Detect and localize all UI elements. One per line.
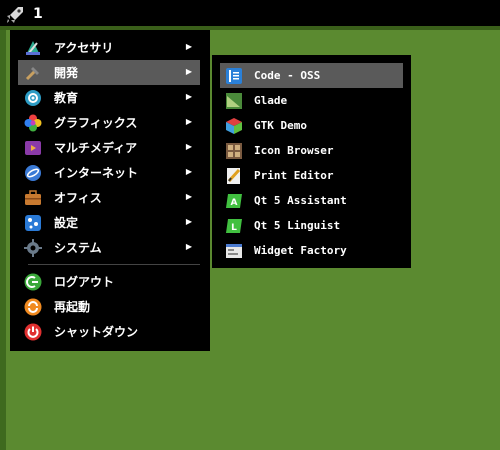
submenu-item-qt-linguist[interactable]: L Qt 5 Linguist xyxy=(220,213,403,238)
menu-item-multimedia[interactable]: マルチメディア ▶ xyxy=(18,135,200,160)
menu-item-system[interactable]: システム ▶ xyxy=(18,235,200,260)
menu-item-label: マルチメディア xyxy=(54,141,138,155)
submenu-item-glade[interactable]: Glade xyxy=(220,88,403,113)
menu-item-label: グラフィックス xyxy=(54,116,138,130)
submenu-item-label: GTK Demo xyxy=(254,119,307,132)
menu-item-label: ログアウト xyxy=(54,275,115,289)
submenu-item-code-oss[interactable]: Code - OSS xyxy=(220,63,403,88)
submenu-item-label: Icon Browser xyxy=(254,144,334,157)
desktop-edge xyxy=(0,30,6,450)
svg-text:L: L xyxy=(231,223,237,233)
menu-item-label: オフィス xyxy=(54,191,102,205)
internet-icon xyxy=(23,163,43,183)
icon-browser-icon xyxy=(224,141,244,161)
menu-item-logout[interactable]: ログアウト xyxy=(18,269,200,294)
submenu-item-qt-assistant[interactable]: A Qt 5 Assistant xyxy=(220,188,403,213)
menu-item-accessories[interactable]: アクセサリ ▶ xyxy=(18,35,200,60)
menu-item-education[interactable]: 教育 ▶ xyxy=(18,85,200,110)
widget-factory-icon xyxy=(224,241,244,261)
print-editor-icon xyxy=(224,166,244,186)
submenu-item-label: Qt 5 Linguist xyxy=(254,219,341,232)
menu-item-development[interactable]: 開発 ▶ xyxy=(18,60,200,85)
application-menu: アクセサリ ▶ 開発 ▶ 教育 ▶ グラフィックス ▶ マルチメディア ▶ イン… xyxy=(10,30,210,351)
qt-assistant-icon: A xyxy=(224,191,244,211)
menu-item-label: 再起動 xyxy=(54,300,91,314)
menu-item-label: システム xyxy=(54,241,102,255)
graphics-icon xyxy=(23,113,43,133)
submenu-item-label: Widget Factory xyxy=(254,244,347,257)
shutdown-icon xyxy=(23,322,43,342)
system-icon xyxy=(23,238,43,258)
submenu-arrow-icon: ▶ xyxy=(185,117,192,126)
menu-item-reboot[interactable]: 再起動 xyxy=(18,294,200,319)
top-panel: 1 xyxy=(0,0,500,30)
menu-item-label: シャットダウン xyxy=(54,325,139,339)
submenu-item-label: Glade xyxy=(254,94,288,107)
settings-icon xyxy=(23,213,43,233)
education-icon xyxy=(23,88,43,108)
qt-linguist-icon: L xyxy=(224,216,244,236)
submenu-arrow-icon: ▶ xyxy=(185,142,192,151)
menu-item-graphics[interactable]: グラフィックス ▶ xyxy=(18,110,200,135)
development-submenu: Code - OSS Glade GTK Demo Icon Browser P… xyxy=(212,55,411,268)
menu-item-shutdown[interactable]: シャットダウン xyxy=(18,319,200,344)
submenu-arrow-icon: ▶ xyxy=(185,67,192,76)
reboot-icon xyxy=(23,297,43,317)
menu-item-internet[interactable]: インターネット ▶ xyxy=(18,160,200,185)
menu-item-label: 教育 xyxy=(54,91,79,105)
menu-item-label: 設定 xyxy=(54,216,79,230)
accessories-icon xyxy=(23,38,43,58)
multimedia-icon xyxy=(23,138,43,158)
rocket-icon[interactable] xyxy=(4,4,26,26)
submenu-arrow-icon: ▶ xyxy=(185,92,192,101)
menu-item-label: インターネット xyxy=(54,166,139,180)
menu-item-settings[interactable]: 設定 ▶ xyxy=(18,210,200,235)
submenu-item-label: Qt 5 Assistant xyxy=(254,194,347,207)
menu-item-label: 開発 xyxy=(54,66,79,80)
logout-icon xyxy=(23,272,43,292)
submenu-item-icon-browser[interactable]: Icon Browser xyxy=(220,138,403,163)
submenu-item-widget-factory[interactable]: Widget Factory xyxy=(220,238,403,263)
menu-item-label: アクセサリ xyxy=(54,41,114,55)
glade-icon xyxy=(224,91,244,111)
submenu-arrow-icon: ▶ xyxy=(185,192,192,201)
submenu-arrow-icon: ▶ xyxy=(185,217,192,226)
development-icon xyxy=(23,63,43,83)
workspace-number[interactable]: 1 xyxy=(33,6,43,22)
menu-item-office[interactable]: オフィス ▶ xyxy=(18,185,200,210)
submenu-item-label: Code - OSS xyxy=(254,69,321,82)
menu-separator xyxy=(28,264,200,265)
svg-text:A: A xyxy=(231,198,238,208)
submenu-item-print-editor[interactable]: Print Editor xyxy=(220,163,403,188)
code-oss-icon xyxy=(224,66,244,86)
submenu-arrow-icon: ▶ xyxy=(185,242,192,251)
submenu-item-gtk-demo[interactable]: GTK Demo xyxy=(220,113,403,138)
submenu-arrow-icon: ▶ xyxy=(185,167,192,176)
submenu-item-label: Print Editor xyxy=(254,169,334,182)
submenu-arrow-icon: ▶ xyxy=(185,42,192,51)
office-icon xyxy=(23,188,43,208)
gtk-demo-icon xyxy=(224,116,244,136)
